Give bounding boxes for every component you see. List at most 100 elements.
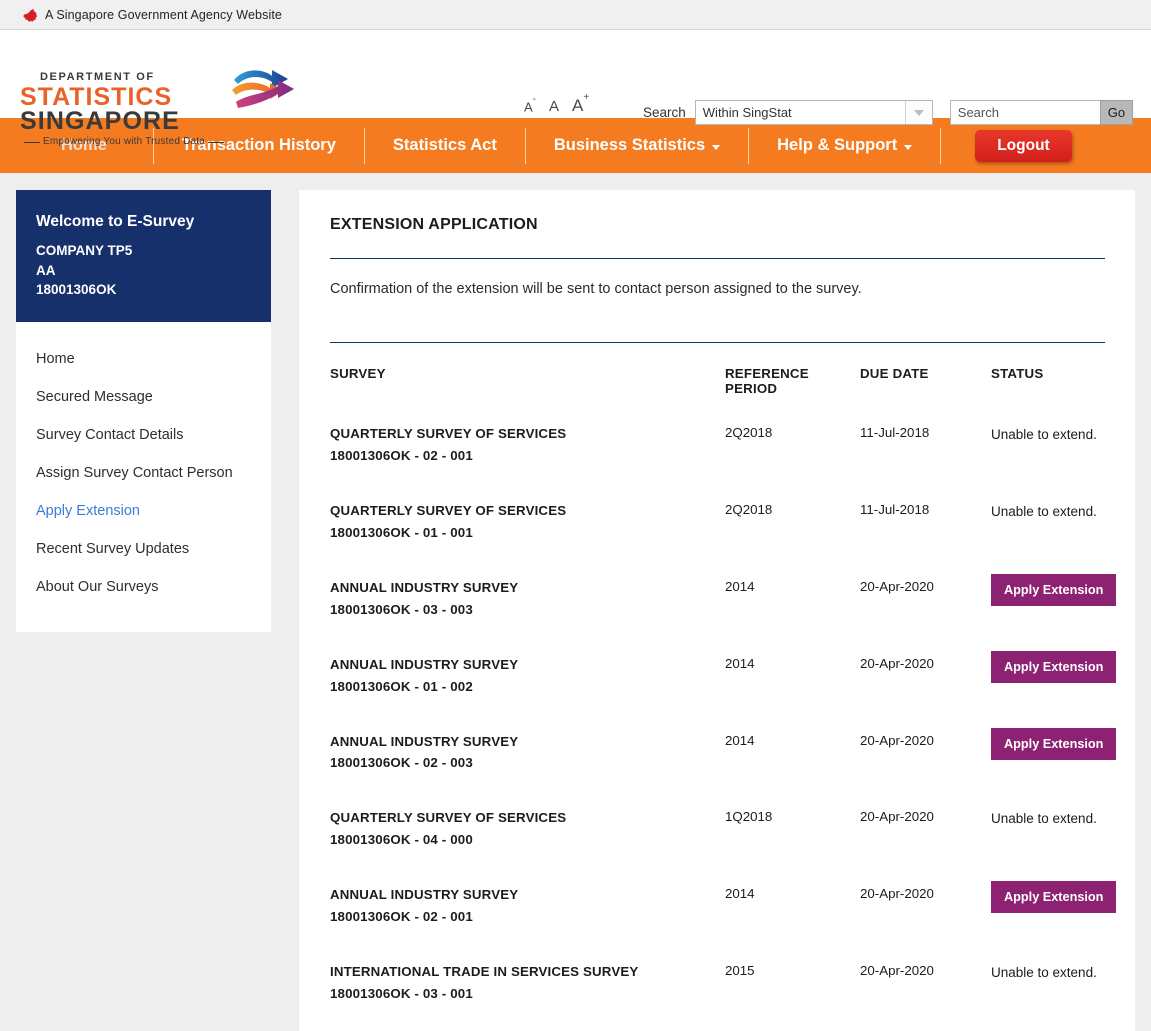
nav-item-help-support[interactable]: Help & Support <box>749 127 942 164</box>
cell-due-date: 20-Apr-2020 <box>860 578 934 594</box>
extension-table: SURVEY REFERENCE PERIOD DUE DATE STATUS … <box>330 343 1117 1021</box>
survey-name: ANNUAL INDUSTRY SURVEY <box>330 656 519 672</box>
survey-reference-number: 18001306OK - 03 - 003 <box>330 601 473 617</box>
cell-status: Unable to extend. <box>991 406 1105 483</box>
tagline-rule-right <box>208 141 225 143</box>
apply-extension-button[interactable]: Apply Extension <box>991 727 1117 760</box>
survey-name: ANNUAL INDUSTRY SURVEY <box>330 733 519 749</box>
sidebar-item-home[interactable]: Home <box>16 340 271 378</box>
chevron-down-icon <box>904 144 913 150</box>
survey-reference-number: 18001306OK - 03 - 001 <box>330 986 473 1002</box>
logo-tagline: Empowering You with Trusted Data <box>43 136 206 147</box>
logout-cell: Logout <box>941 129 1106 162</box>
cell-reference-period: 2Q2018 <box>725 501 773 517</box>
sidebar-item-assign-survey-contact-person[interactable]: Assign Survey Contact Person <box>16 454 271 492</box>
status-text: Unable to extend. <box>991 427 1097 442</box>
table-row: QUARTERLY SURVEY OF SERVICES 18001306OK -… <box>330 406 1105 483</box>
font-size-controls: A- A A+ <box>524 92 589 116</box>
content-card: EXTENSION APPLICATION Confirmation of th… <box>299 190 1135 1031</box>
cell-reference-period: 2015 <box>725 963 755 979</box>
font-size-increase-button[interactable]: A+ <box>572 92 589 116</box>
cell-due-date: 11-Jul-2018 <box>860 425 930 440</box>
welcome-title: Welcome to E-Survey <box>36 213 195 230</box>
survey-reference-number: 18001306OK - 02 - 001 <box>330 447 473 463</box>
gov-banner-text: A Singapore Government Agency Website <box>45 7 282 22</box>
status-text: Unable to extend. <box>991 503 1097 519</box>
cell-reference-period: 2014 <box>725 886 755 902</box>
logo-department-line: DEPARTMENT OF <box>40 71 155 83</box>
chevron-down-icon[interactable] <box>904 101 932 124</box>
survey-name: QUARTERLY SURVEY OF SERVICES <box>330 502 567 518</box>
nav-item-business-statistics[interactable]: Business Statistics <box>526 127 750 164</box>
cell-survey: QUARTERLY SURVEY OF SERVICES 18001306OK -… <box>330 790 725 867</box>
welcome-company-code: AA <box>36 262 56 278</box>
search-scope-select[interactable]: Within SingStat <box>694 100 933 125</box>
survey-name: INTERNATIONAL TRADE IN SERVICES SURVEY <box>330 964 639 980</box>
logo-singapore-line: SINGAPORE <box>20 107 180 135</box>
column-header-due-date: DUE DATE <box>860 366 929 381</box>
sidebar-item-recent-survey-updates[interactable]: Recent Survey Updates <box>16 530 271 568</box>
logout-button[interactable]: Logout <box>975 129 1072 162</box>
survey-name: QUARTERLY SURVEY OF SERVICES <box>330 426 567 441</box>
cell-due-date: 11-Jul-2018 <box>860 501 930 517</box>
cell-reference-period: 1Q2018 <box>725 809 773 825</box>
tagline-rule-left <box>24 141 40 143</box>
cell-due-date: 20-Apr-2020 <box>860 732 934 748</box>
sidebar-item-secured-message[interactable]: Secured Message <box>16 378 271 416</box>
nav-item-help-support-label: Help & Support <box>777 136 898 154</box>
nav-item-business-statistics-label: Business Statistics <box>553 136 706 154</box>
sidebar-item-survey-contact-details[interactable]: Survey Contact Details <box>16 416 271 454</box>
cell-status: Unable to extend. <box>991 483 1105 560</box>
survey-reference-number: 18001306OK - 02 - 001 <box>330 909 473 925</box>
survey-reference-number: 18001306OK - 04 - 000 <box>330 832 473 848</box>
cell-due-date: 20-Apr-2020 <box>860 655 934 671</box>
dos-swoosh-logo-icon <box>232 70 295 108</box>
table-row: ANNUAL INDUSTRY SURVEY 18001306OK - 02 - … <box>330 714 1117 791</box>
sidebar-item-about-our-surveys[interactable]: About Our Surveys <box>16 568 271 606</box>
cell-status[interactable]: Apply Extension <box>991 637 1117 714</box>
welcome-company-id: 18001306OK <box>36 282 117 298</box>
welcome-box: Welcome to E-Survey COMPANY TP5 AA 18001… <box>16 190 271 322</box>
cell-status[interactable]: Apply Extension <box>991 867 1117 944</box>
chevron-down-icon <box>712 144 721 150</box>
table-row: ANNUAL INDUSTRY SURVEY 18001306OK - 03 - … <box>330 560 1117 637</box>
cell-reference-period: 2014 <box>725 732 755 748</box>
font-size-default-button[interactable]: A <box>549 98 559 115</box>
column-header-survey: SURVEY <box>330 366 386 381</box>
cell-due-date: 20-Apr-2020 <box>860 886 934 902</box>
page-body: Welcome to E-Survey COMPANY TP5 AA 18001… <box>0 173 1151 1031</box>
nav-item-statistics-act-label: Statistics Act <box>392 136 497 154</box>
apply-extension-button[interactable]: Apply Extension <box>991 573 1117 606</box>
cell-due-date: 20-Apr-2020 <box>860 809 934 825</box>
nav-item-statistics-act[interactable]: Statistics Act <box>365 127 526 164</box>
singapore-lion-icon <box>23 8 37 22</box>
cell-status: Unable to extend. <box>991 790 1105 867</box>
cell-status[interactable]: Apply Extension <box>991 560 1117 637</box>
sidebar: Welcome to E-Survey COMPANY TP5 AA 18001… <box>16 190 271 632</box>
table-body: QUARTERLY SURVEY OF SERVICES 18001306OK -… <box>330 406 1117 1021</box>
dos-logo[interactable]: DEPARTMENT OF STATISTICS SINGAPORE Empow… <box>20 70 300 147</box>
cell-status[interactable]: Apply Extension <box>991 714 1117 791</box>
sidebar-nav: Home Secured Message Survey Contact Deta… <box>16 321 271 632</box>
apply-extension-button[interactable]: Apply Extension <box>991 650 1117 683</box>
cell-survey: ANNUAL INDUSTRY SURVEY 18001306OK - 02 - … <box>330 867 725 944</box>
cell-survey: QUARTERLY SURVEY OF SERVICES 18001306OK -… <box>330 406 725 483</box>
search-go-button[interactable]: Go <box>1099 100 1134 125</box>
survey-name: QUARTERLY SURVEY OF SERVICES <box>330 810 567 826</box>
status-text: Unable to extend. <box>991 965 1097 981</box>
search-input-group: Go <box>949 100 1134 125</box>
sidebar-item-apply-extension[interactable]: Apply Extension <box>16 492 271 530</box>
cell-reference-period: 2Q2018 <box>725 425 773 440</box>
cell-due-date: 20-Apr-2020 <box>860 963 934 979</box>
font-size-decrease-button[interactable]: A- <box>524 94 536 114</box>
apply-extension-button[interactable]: Apply Extension <box>991 881 1117 914</box>
page-title: EXTENSION APPLICATION <box>330 216 538 233</box>
search-label: Search <box>643 105 686 120</box>
table-row: QUARTERLY SURVEY OF SERVICES 18001306OK -… <box>330 483 1105 560</box>
cell-survey: ANNUAL INDUSTRY SURVEY 18001306OK - 03 - … <box>330 560 725 637</box>
cell-reference-period: 2014 <box>725 655 755 671</box>
search-input[interactable] <box>949 100 1100 125</box>
dos-logo-text: DEPARTMENT OF STATISTICS SINGAPORE Empow… <box>20 70 225 147</box>
search-scope-value: Within SingStat <box>702 105 792 120</box>
table-row: ANNUAL INDUSTRY SURVEY 18001306OK - 02 - … <box>330 867 1117 944</box>
